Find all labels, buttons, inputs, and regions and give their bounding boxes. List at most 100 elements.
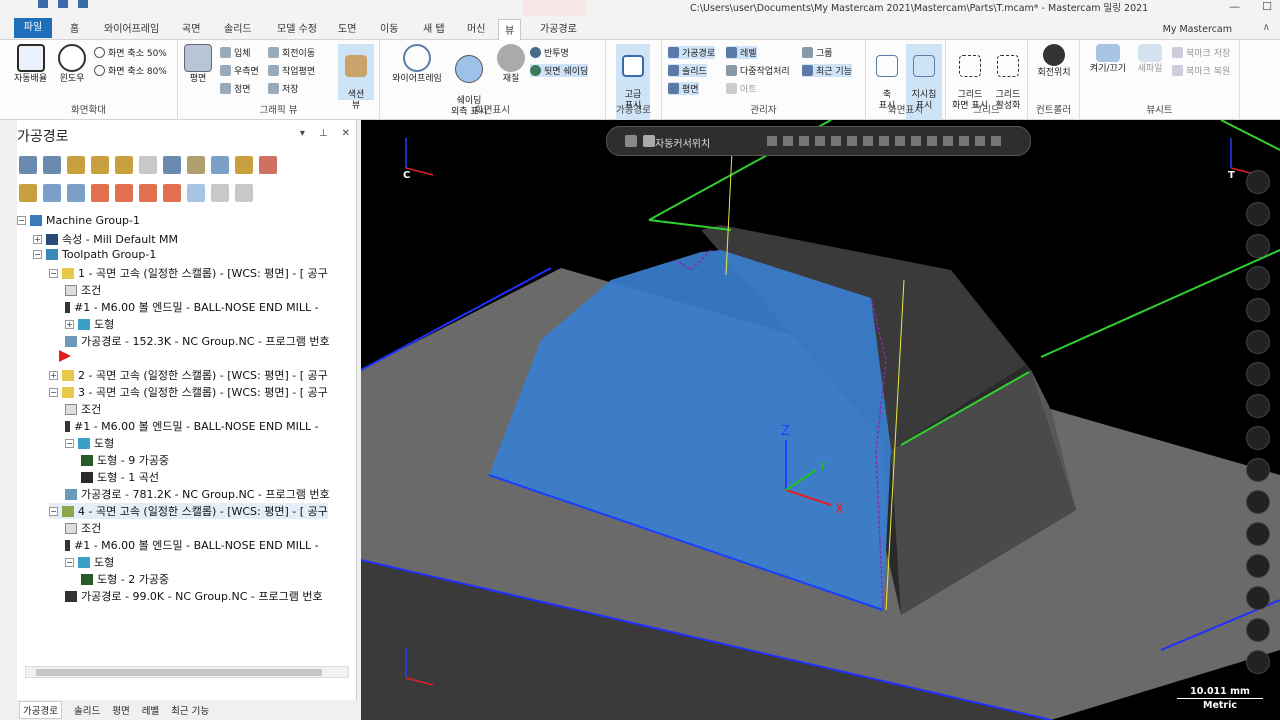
display-options-icon[interactable] — [235, 184, 253, 202]
art-manager-button[interactable]: 아트 — [726, 82, 757, 95]
unzoom50-button[interactable]: 화면 축소 50% — [94, 46, 167, 59]
post-icon[interactable] — [187, 156, 205, 174]
cursor-icon[interactable] — [643, 135, 655, 147]
tab-toolpaths[interactable]: 가공경로 — [540, 20, 577, 35]
new-viewsheet-button[interactable]: 새파일 — [1132, 44, 1168, 75]
g1-icon[interactable] — [211, 156, 229, 174]
lock-icon[interactable] — [625, 135, 637, 147]
insert-arrow-icon[interactable] — [139, 184, 157, 202]
tree-node-toolpath[interactable]: 가공경로 - 781.2K - NC Group.NC - 프로그램 번호 — [65, 486, 330, 502]
front-view-button[interactable]: 정면 — [220, 82, 251, 95]
section-view-button[interactable]: 색션 뷰 — [338, 44, 374, 111]
fit-button[interactable]: 자동배율 — [14, 44, 47, 85]
bookmark-restore-button[interactable]: 북마크 복원 — [1172, 64, 1230, 77]
autocursor-label[interactable]: 자동커서위치 — [655, 135, 710, 150]
backplot-icon[interactable] — [139, 156, 157, 174]
iso-view-button[interactable]: 입체 — [220, 46, 251, 59]
bottom-tab-solids[interactable]: 솔리드 — [74, 703, 100, 717]
verify-icon[interactable] — [163, 156, 181, 174]
vp-tool-icon[interactable] — [1246, 586, 1270, 610]
vp-tool-icon[interactable] — [1246, 490, 1270, 514]
tab-machine[interactable]: 머신 — [467, 20, 485, 35]
vp-tool-icon[interactable] — [1246, 266, 1270, 290]
tree-node-geometry-machining[interactable]: 도형 - 2 가공중 — [81, 571, 169, 587]
vp-tool-icon[interactable] — [1246, 522, 1270, 546]
planes-manager-button[interactable]: 평면 — [668, 82, 699, 95]
top-view-button[interactable]: 평면 — [184, 44, 212, 85]
unzoom80-button[interactable]: 화면 축소 80% — [94, 64, 167, 77]
right-view-button[interactable]: 우측면 — [220, 64, 259, 77]
translucency-button[interactable]: 반투명 — [530, 46, 569, 59]
tab-drafting[interactable]: 도면 — [338, 20, 356, 35]
material-button[interactable]: 재질 — [496, 44, 526, 85]
tab-transform[interactable]: 이동 — [380, 20, 398, 35]
vp-tool-icon[interactable] — [1246, 362, 1270, 386]
simulate-icon[interactable] — [115, 156, 133, 174]
tree-node-geometry[interactable]: − 도형 — [65, 435, 114, 451]
bottom-tab-levels[interactable]: 레벨 — [142, 703, 159, 717]
print-icon[interactable] — [78, 0, 88, 8]
tab-home[interactable]: 홈 — [70, 20, 79, 35]
solids-manager-button[interactable]: 솔리드 — [668, 64, 707, 77]
save-icon[interactable] — [38, 0, 48, 8]
select-all-icon[interactable] — [19, 156, 37, 174]
controller-home-button[interactable]: 회전위치 — [1034, 44, 1074, 79]
tree-node-properties[interactable]: + 속성 - Mill Default MM — [33, 231, 178, 247]
insert-arrow-marker[interactable] — [59, 350, 75, 362]
lock-icon[interactable] — [19, 184, 37, 202]
save-as-icon[interactable] — [58, 0, 68, 8]
delete-icon[interactable] — [259, 156, 277, 174]
multithreading-button[interactable]: 다중작업처리 — [726, 64, 790, 77]
bookmark-save-button[interactable]: 북마크 저장 — [1172, 46, 1230, 59]
bottom-tab-planes[interactable]: 평면 — [112, 703, 129, 717]
cursor-select-icon[interactable] — [187, 184, 205, 202]
vp-tool-icon[interactable] — [1246, 394, 1270, 418]
horizontal-scrollbar[interactable] — [25, 666, 349, 678]
tree-node-tool[interactable]: #1 - M6.00 볼 엔드밀 - BALL-NOSE END MILL - — [65, 299, 319, 315]
save-view-button[interactable]: 저장 — [268, 82, 299, 95]
tab-solids[interactable]: 솔리드 — [224, 20, 252, 35]
vp-tool-icon[interactable] — [1246, 234, 1270, 258]
viewport-quick-toolbar[interactable]: 자동커서위치 — [606, 126, 1031, 156]
scroll-to-icon[interactable] — [163, 184, 181, 202]
scrollbar-thumb[interactable] — [36, 669, 322, 676]
tree-node-geometry-curve[interactable]: 도형 - 1 곡선 — [81, 469, 159, 485]
shade-outline-button[interactable]: 쉐이딩 외측 표시 — [446, 44, 492, 129]
tree-node-geometry[interactable]: + 도형 — [65, 316, 114, 332]
panel-menu-button[interactable]: ▾ — [300, 128, 305, 139]
tree-node-parameters[interactable]: 조건 — [65, 282, 101, 298]
maximize-button[interactable]: ☐ — [1262, 0, 1272, 13]
vp-tool-icon[interactable] — [1246, 298, 1270, 322]
regen-icon[interactable] — [67, 156, 85, 174]
vp-tool-icon[interactable] — [1246, 650, 1270, 674]
vp-tool-icon[interactable] — [1246, 202, 1270, 226]
tab-surfaces[interactable]: 곡면 — [182, 20, 200, 35]
tree-node-tool[interactable]: #1 - M6.00 볼 엔드밀 - BALL-NOSE END MILL - — [65, 537, 319, 553]
recent-functions-button[interactable]: 최근 기능 — [802, 64, 852, 77]
panel-close-button[interactable]: ✕ — [342, 128, 350, 139]
wireframe-button[interactable]: 와이어프레임 — [384, 44, 450, 85]
graphics-viewport[interactable]: C T X Y Z 자동커서위치 10.011 mm Metric — [361, 120, 1280, 720]
levels-manager-button[interactable]: 레벨 — [726, 46, 757, 59]
bottom-tab-toolpaths[interactable]: 가공경로 — [19, 701, 62, 719]
tree-node-toolpath[interactable]: 가공경로 - 152.3K - NC Group.NC - 프로그램 번호 — [65, 333, 330, 349]
move-down-icon[interactable] — [91, 184, 109, 202]
single-display-icon[interactable] — [211, 184, 229, 202]
vp-tool-icon[interactable] — [1246, 170, 1270, 194]
select-invalid-icon[interactable] — [43, 156, 61, 174]
tab-new[interactable]: 새 탭 — [423, 20, 445, 35]
my-mastercam-link[interactable]: My Mastercam — [1163, 24, 1232, 35]
tree-node-toolpath-group[interactable]: − Toolpath Group-1 — [33, 248, 156, 261]
tree-node-operation-4[interactable]: −4 - 곡면 고속 (일정한 스캘롭) - [WCS: 평면] - [ 공구 — [49, 503, 328, 519]
tab-wireframe[interactable]: 와이어프레임 — [104, 20, 159, 35]
tab-model-prep[interactable]: 모델 수정 — [277, 20, 317, 35]
groups-manager-button[interactable]: 그룹 — [802, 46, 833, 59]
to-plane-button[interactable]: 작업평면 — [268, 64, 315, 77]
panel-autohide-button[interactable]: ⊥ — [319, 128, 328, 139]
window-zoom-button[interactable]: 윈도우 — [58, 44, 86, 85]
bottom-tab-recent[interactable]: 최근 기능 — [171, 703, 209, 717]
tree-node-operation-2[interactable]: +2 - 곡면 고속 (일정한 스캘롭) - [WCS: 평면] - [ 공구 — [49, 367, 328, 383]
tab-file[interactable]: 파일 — [14, 18, 52, 38]
ribbon-collapse-button[interactable]: ∧ — [1263, 22, 1270, 33]
backface-button[interactable]: 뒷면 쉐이딩 — [530, 64, 589, 77]
